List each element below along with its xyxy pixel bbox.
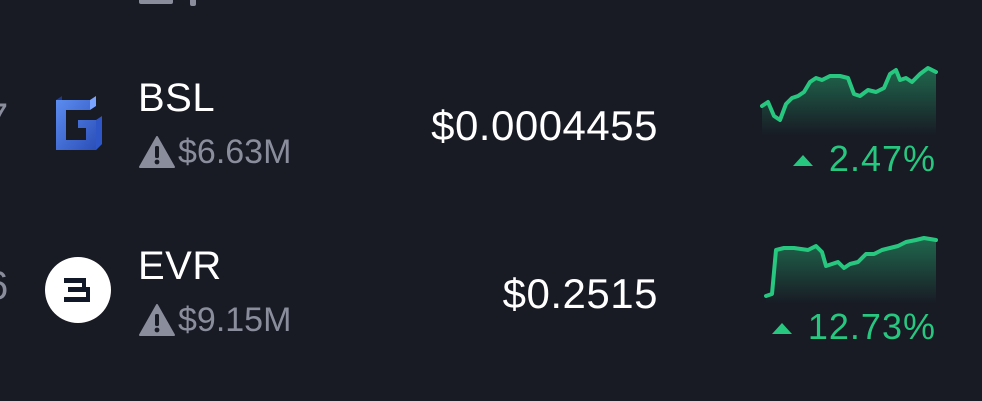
price-change: 12.73% <box>771 306 936 348</box>
token-price: $0.2515 <box>502 270 658 317</box>
price-change-value: 2.47% <box>828 138 936 179</box>
market-cap: $9.15M <box>138 300 291 340</box>
token-row-evr[interactable]: 6 EVR $9.15M $0.2515 <box>0 226 982 366</box>
sparkline-chart <box>764 236 938 304</box>
triangle-up-icon <box>771 322 792 334</box>
rank-number: 7 <box>0 96 8 141</box>
token-list: 7 BSL $6.63M $0.00 <box>0 0 982 401</box>
token-row-bsl[interactable]: 7 BSL $6.63M $0.00 <box>0 58 982 198</box>
rank-number: 6 <box>0 264 8 309</box>
market-cap: $6.63M <box>138 132 291 172</box>
partial-row-fragment <box>190 0 196 6</box>
warning-triangle-icon <box>139 304 175 336</box>
bsl-logo-icon <box>56 96 102 150</box>
price-change-value: 12.73% <box>807 306 936 347</box>
warning-triangle-icon <box>139 0 173 4</box>
market-cap-value: $9.15M <box>178 300 292 339</box>
evr-logo-icon <box>45 257 111 323</box>
token-price: $0.0004455 <box>431 102 658 149</box>
token-symbol: EVR <box>138 244 222 288</box>
market-cap-value: $6.63M <box>178 132 292 171</box>
warning-triangle-icon <box>139 136 175 168</box>
triangle-up-icon <box>792 154 813 166</box>
sparkline-chart <box>760 66 938 136</box>
token-symbol: BSL <box>138 76 216 120</box>
price-change: 2.47% <box>792 138 936 180</box>
